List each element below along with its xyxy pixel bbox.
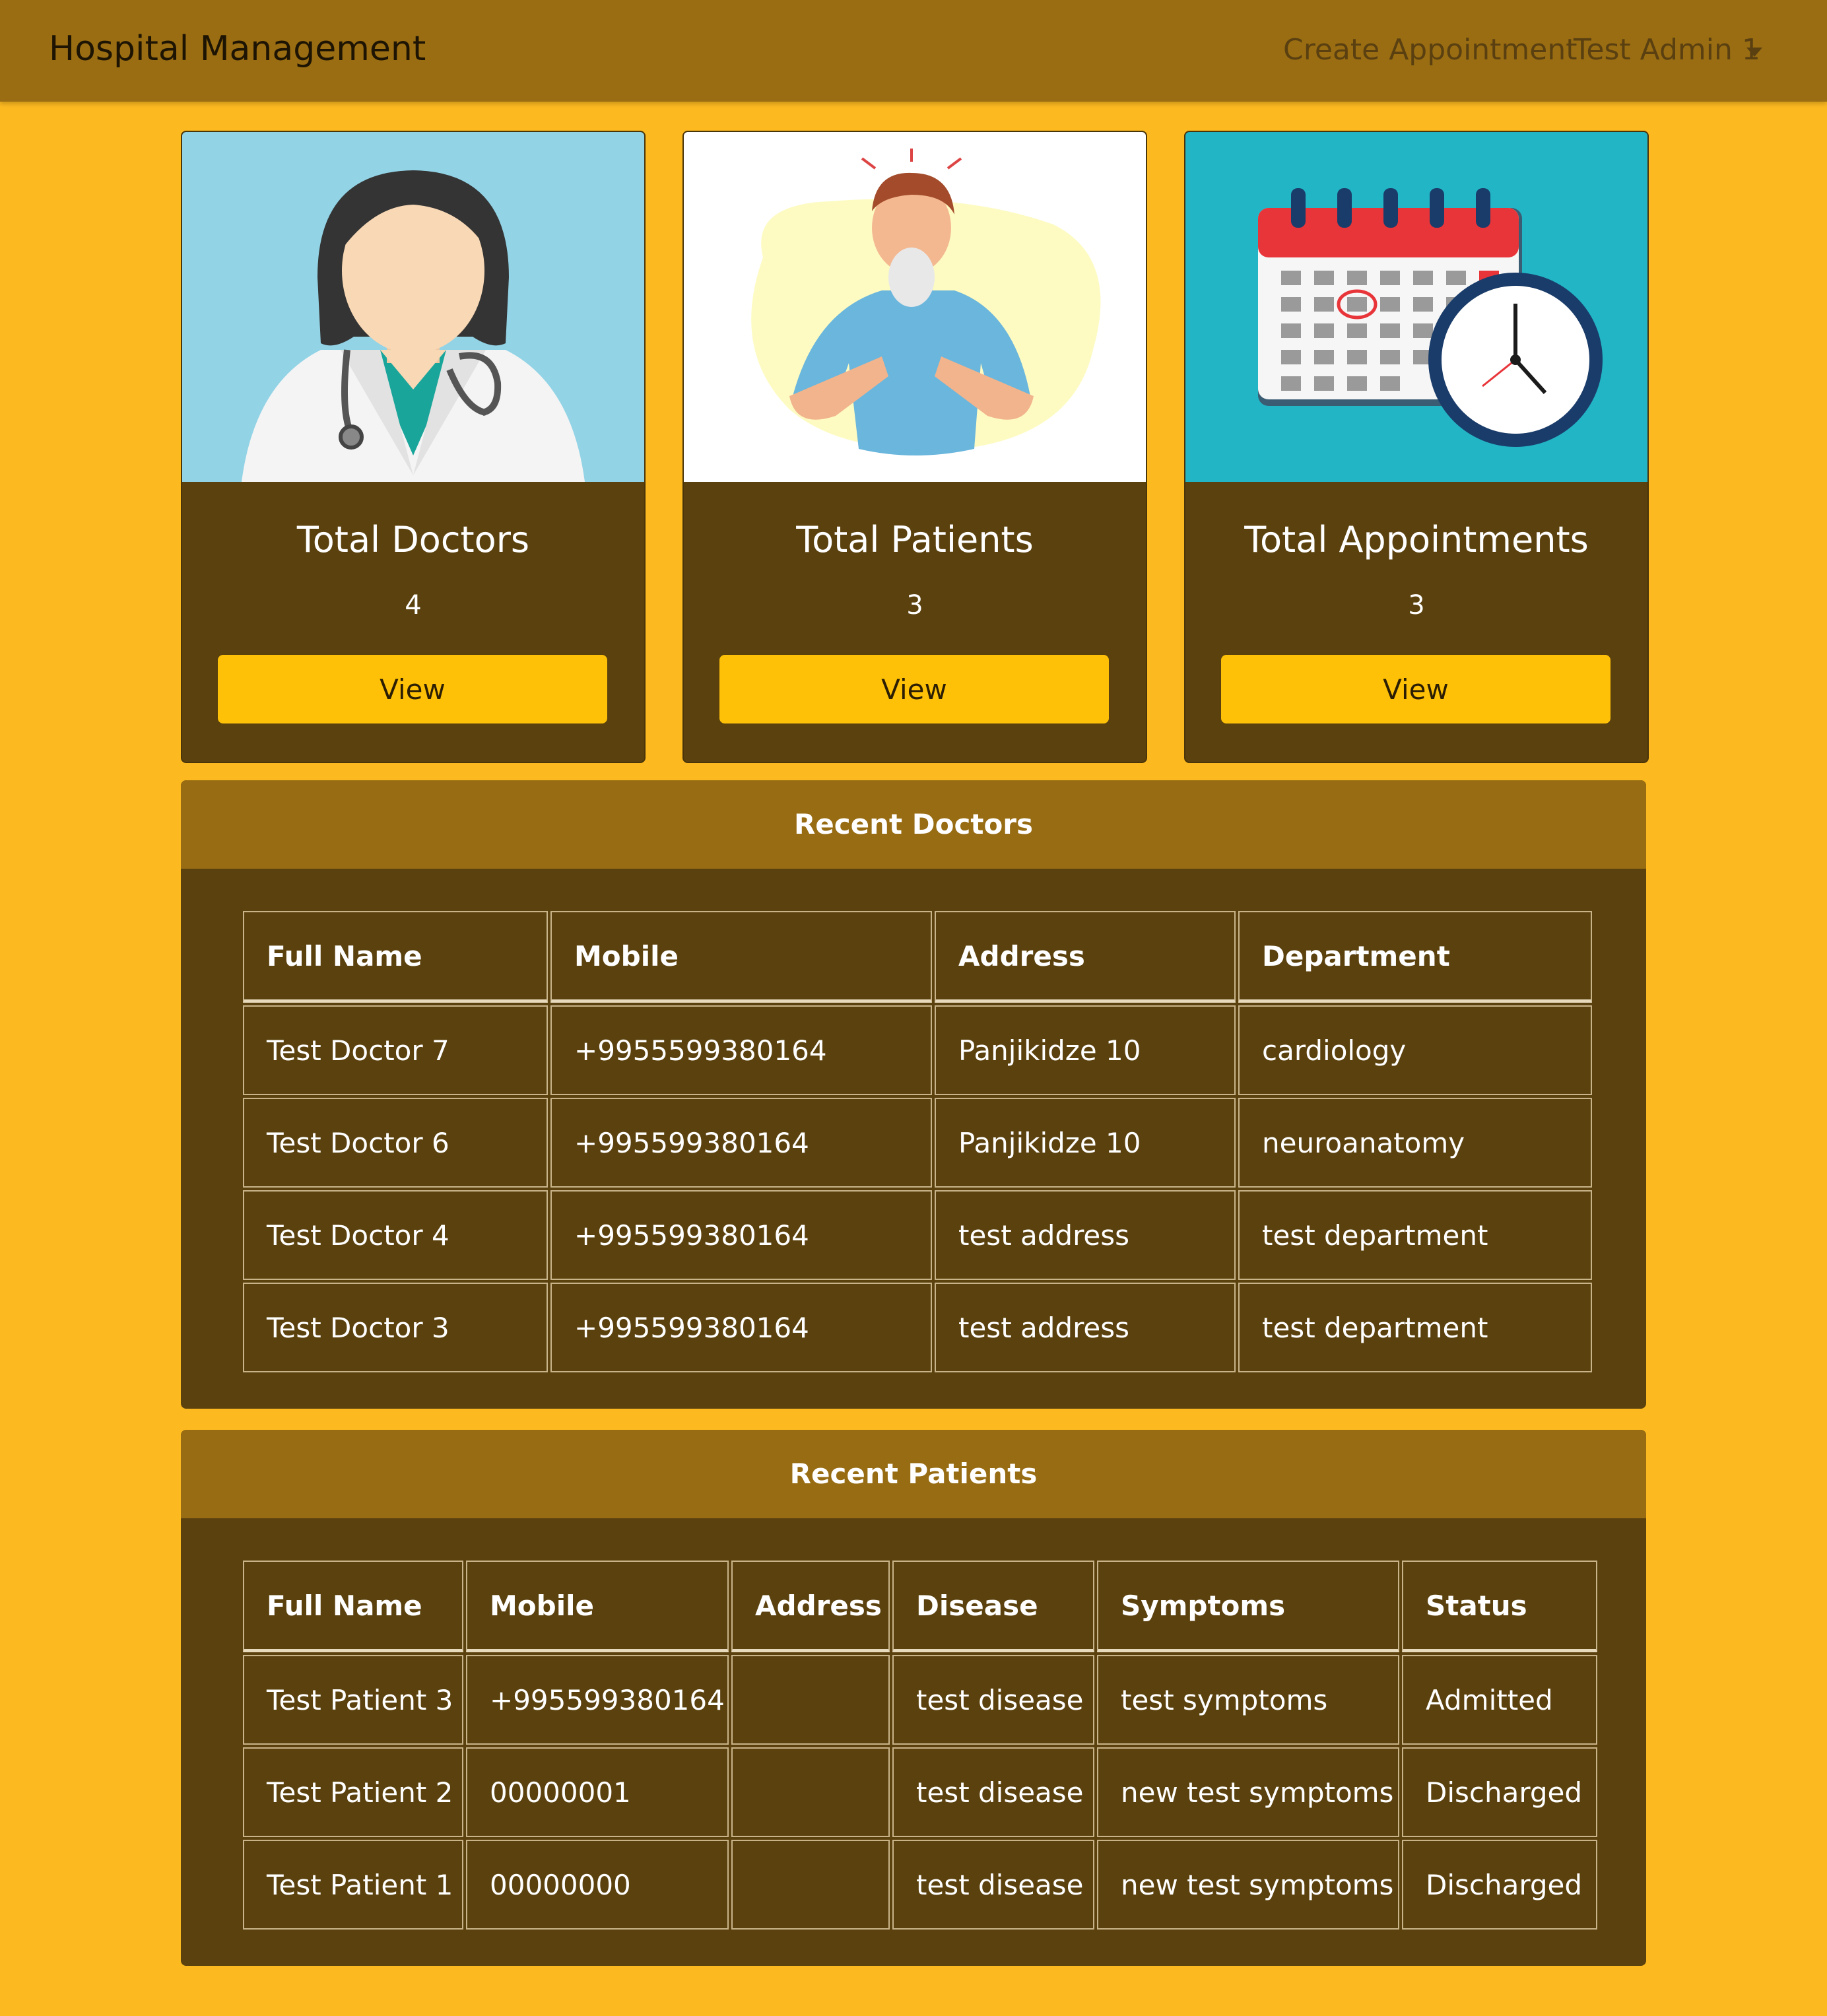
table-cell: test symptoms — [1097, 1655, 1399, 1745]
table-cell: test disease — [892, 1655, 1094, 1745]
total-patients-card: Total Patients 3 View — [682, 131, 1147, 763]
column-header: Status — [1402, 1561, 1597, 1652]
table-cell: new test symptoms — [1097, 1747, 1399, 1837]
table-header-row: Full Name Mobile Address Department — [243, 911, 1592, 1003]
column-header: Symptoms — [1097, 1561, 1399, 1652]
view-doctors-button[interactable]: View — [218, 655, 607, 723]
view-appointments-button[interactable]: View — [1221, 655, 1611, 723]
table-cell: test address — [935, 1190, 1236, 1280]
brand-link[interactable]: Hospital Management — [49, 29, 426, 69]
calendar-clock-illustration — [1185, 132, 1647, 482]
recent-patients-panel: Recent Patients Full Name Mobile Address… — [181, 1430, 1646, 1966]
table-cell: Test Patient 1 — [243, 1840, 463, 1930]
column-header: Full Name — [243, 1561, 463, 1652]
column-header: Mobile — [550, 911, 932, 1003]
table-row: Test Doctor 7 +9955599380164 Panjikidze … — [243, 1005, 1592, 1095]
table-cell: +995599380164 — [466, 1655, 729, 1745]
card-count: 3 — [1408, 590, 1425, 621]
table-cell: +995599380164 — [550, 1283, 932, 1372]
card-count: 3 — [906, 590, 923, 621]
table-cell: test department — [1238, 1190, 1592, 1280]
card-title: Total Doctors — [296, 519, 530, 560]
chevron-down-icon[interactable] — [1746, 48, 1762, 57]
column-header: Department — [1238, 911, 1592, 1003]
total-appointments-card: Total Appointments 3 View — [1184, 131, 1649, 763]
table-row: Test Doctor 3 +995599380164 test address… — [243, 1283, 1592, 1372]
column-header: Full Name — [243, 911, 548, 1003]
total-doctors-card: Total Doctors 4 View — [181, 131, 646, 763]
table-cell: cardiology — [1238, 1005, 1592, 1095]
recent-patients-table: Full Name Mobile Address Disease Symptom… — [240, 1558, 1600, 1932]
table-cell: test address — [935, 1283, 1236, 1372]
table-row: Test Patient 3 +995599380164 test diseas… — [243, 1655, 1597, 1745]
table-cell: Test Doctor 3 — [243, 1283, 548, 1372]
table-cell: new test symptoms — [1097, 1840, 1399, 1930]
table-row: Test Patient 2 00000001 test disease new… — [243, 1747, 1597, 1837]
table-cell: 00000001 — [466, 1747, 729, 1837]
table-row: Test Patient 1 00000000 test disease new… — [243, 1840, 1597, 1930]
table-header-row: Full Name Mobile Address Disease Symptom… — [243, 1561, 1597, 1652]
table-cell: Test Doctor 4 — [243, 1190, 548, 1280]
panel-title: Recent Patients — [181, 1430, 1646, 1518]
doctor-illustration — [182, 132, 644, 482]
table-cell: Discharged — [1402, 1747, 1597, 1837]
recent-doctors-panel: Recent Doctors Full Name Mobile Address … — [181, 780, 1646, 1409]
table-cell — [731, 1747, 890, 1837]
table-row: Test Doctor 6 +995599380164 Panjikidze 1… — [243, 1098, 1592, 1188]
table-cell: 00000000 — [466, 1840, 729, 1930]
patient-illustration — [684, 132, 1146, 482]
table-cell: neuroanatomy — [1238, 1098, 1592, 1188]
table-cell: Test Patient 2 — [243, 1747, 463, 1837]
card-title: Total Patients — [796, 519, 1034, 560]
column-header: Address — [731, 1561, 890, 1652]
card-count: 4 — [405, 590, 422, 621]
table-cell — [731, 1655, 890, 1745]
table-cell: test department — [1238, 1283, 1592, 1372]
view-patients-button[interactable]: View — [719, 655, 1109, 723]
column-header: Mobile — [466, 1561, 729, 1652]
table-cell: Discharged — [1402, 1840, 1597, 1930]
table-cell: Test Doctor 7 — [243, 1005, 548, 1095]
table-cell: test disease — [892, 1840, 1094, 1930]
table-cell: Panjikidze 10 — [935, 1005, 1236, 1095]
panel-title: Recent Doctors — [181, 780, 1646, 869]
create-appointment-link[interactable]: Create Appointment — [1283, 33, 1578, 67]
table-cell: test disease — [892, 1747, 1094, 1837]
table-cell: +9955599380164 — [550, 1005, 932, 1095]
card-title: Total Appointments — [1244, 519, 1589, 560]
table-cell: Test Patient 3 — [243, 1655, 463, 1745]
recent-doctors-table: Full Name Mobile Address Department Test… — [240, 908, 1595, 1375]
table-cell: Admitted — [1402, 1655, 1597, 1745]
column-header: Address — [935, 911, 1236, 1003]
table-cell: +995599380164 — [550, 1190, 932, 1280]
navbar: Hospital Management Create Appointment T… — [0, 0, 1827, 102]
table-cell: Panjikidze 10 — [935, 1098, 1236, 1188]
column-header: Disease — [892, 1561, 1094, 1652]
table-cell: Test Doctor 6 — [243, 1098, 548, 1188]
user-menu-toggle[interactable]: Test Admin 1 — [1574, 33, 1760, 67]
table-cell — [731, 1840, 890, 1930]
table-row: Test Doctor 4 +995599380164 test address… — [243, 1190, 1592, 1280]
table-cell: +995599380164 — [550, 1098, 932, 1188]
